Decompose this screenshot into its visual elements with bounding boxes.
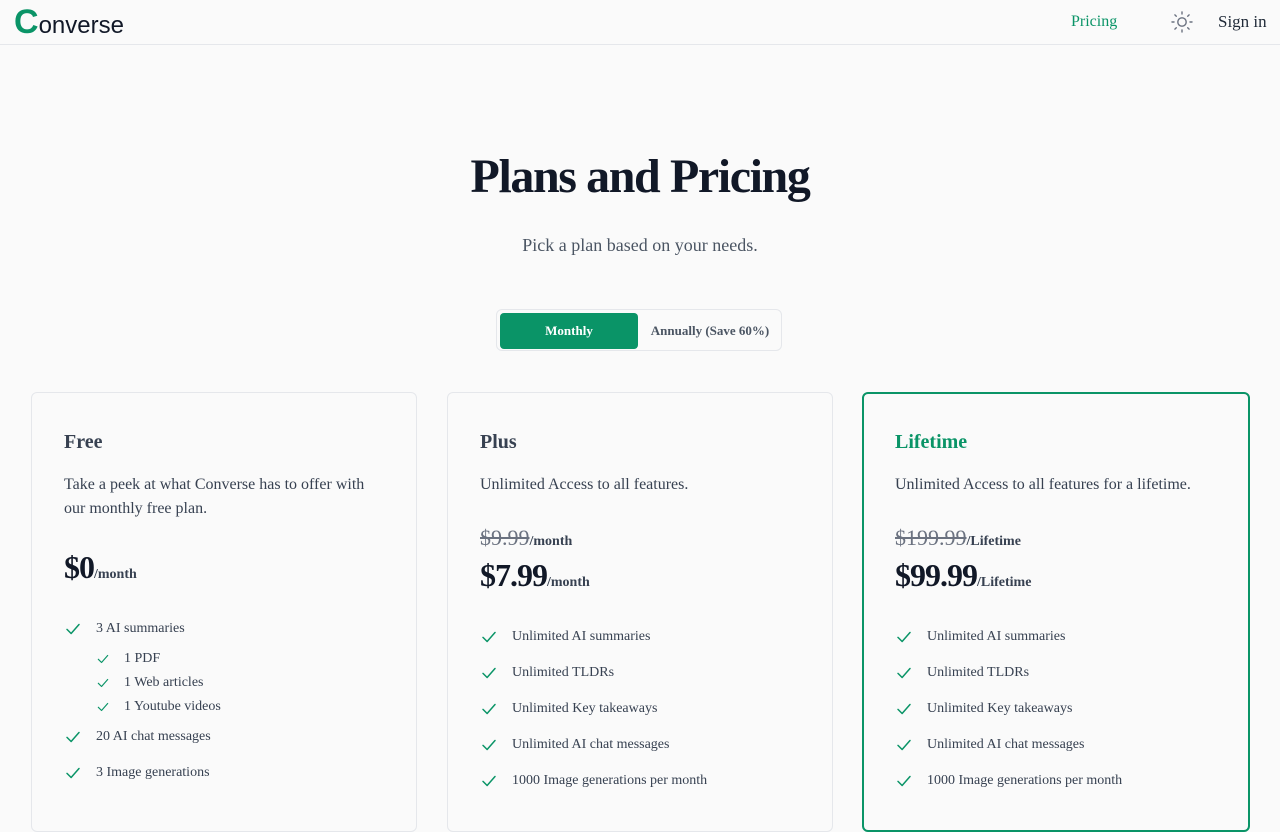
plan-description: Unlimited Access to all features.: [480, 476, 689, 493]
feature-list: Unlimited AI summaries Unlimited TLDRs U…: [895, 619, 1122, 799]
plan-description: Take a peek at what Converse has to offe…: [64, 476, 365, 517]
feature-label: Unlimited Key takeaways: [927, 701, 1073, 716]
original-price-unit: /Lifetime: [966, 534, 1021, 549]
feature-label: Unlimited AI chat messages: [927, 737, 1085, 752]
feature-item: Unlimited TLDRs: [480, 655, 707, 691]
plan-card-plus: Plus Unlimited Access to all features. $…: [447, 392, 833, 832]
plan-price: $0/month: [64, 547, 137, 595]
billing-monthly-button[interactable]: Monthly: [500, 313, 638, 349]
check-icon: [897, 703, 911, 715]
plan-card-lifetime: Lifetime Unlimited Access to all feature…: [862, 392, 1250, 832]
check-icon: [97, 678, 109, 688]
billing-period-toggle: Monthly Annually (Save 60%): [496, 309, 782, 351]
feature-item: Unlimited AI summaries: [895, 619, 1122, 655]
check-icon: [66, 731, 80, 743]
check-icon: [897, 667, 911, 679]
check-icon: [897, 739, 911, 751]
price-unit: /month: [94, 567, 137, 582]
feature-label: Unlimited AI summaries: [512, 629, 651, 644]
plan-price: $99.99/Lifetime: [895, 555, 1031, 603]
billing-annual-button[interactable]: Annually (Save 60%): [640, 313, 780, 349]
top-navigation-bar: Converse Pricing Sign in: [0, 0, 1280, 45]
feature-item: Unlimited AI chat messages: [480, 727, 707, 763]
feature-label: 3 AI summaries: [96, 621, 185, 636]
feature-label: 1000 Image generations per month: [927, 773, 1123, 788]
feature-list: 3 AI summaries 1 PDF 1 Web articles 1 Yo…: [64, 611, 221, 791]
original-price-amount: $199.99: [895, 525, 967, 550]
plan-name: Lifetime: [895, 431, 968, 453]
feature-label: Unlimited Key takeaways: [512, 701, 658, 716]
check-icon: [897, 631, 911, 643]
feature-item: Unlimited AI summaries: [480, 619, 707, 655]
feature-item: Unlimited Key takeaways: [480, 691, 707, 727]
sub-feature-item: 1 Youtube videos: [96, 695, 221, 719]
plan-name: Plus: [480, 431, 517, 453]
check-icon: [97, 702, 109, 712]
feature-item: 1000 Image generations per month: [480, 763, 707, 799]
original-price-unit: /month: [529, 534, 573, 549]
sub-feature-item: 1 PDF: [96, 647, 221, 671]
plan-name: Free: [64, 431, 103, 453]
page-subtitle: Pick a plan based on your needs.: [522, 235, 758, 255]
feature-label: Unlimited AI chat messages: [512, 737, 670, 752]
feature-item: 3 Image generations: [64, 755, 221, 791]
check-icon: [482, 631, 496, 643]
check-icon: [66, 767, 80, 779]
price-unit: /month: [547, 575, 590, 590]
check-icon: [482, 667, 496, 679]
theme-toggle-button[interactable]: [1170, 10, 1194, 34]
sub-feature-list: 1 PDF 1 Web articles 1 Youtube videos: [96, 647, 221, 719]
check-icon: [482, 775, 496, 787]
feature-item: Unlimited AI chat messages: [895, 727, 1122, 763]
check-icon: [66, 623, 80, 635]
feature-label: 20 AI chat messages: [96, 729, 211, 744]
check-icon: [897, 775, 911, 787]
nav-link-pricing[interactable]: Pricing: [1071, 11, 1117, 33]
feature-label: 1000 Image generations per month: [512, 773, 708, 788]
feature-label: Unlimited AI summaries: [927, 629, 1066, 644]
original-price: $9.99/month: [480, 523, 572, 557]
check-icon: [482, 739, 496, 751]
feature-list: Unlimited AI summaries Unlimited TLDRs U…: [480, 619, 707, 799]
feature-label: 3 Image generations: [96, 765, 210, 780]
price-amount: $7.99: [480, 557, 548, 593]
plan-card-free: Free Take a peek at what Converse has to…: [31, 392, 417, 832]
original-price: $199.99/Lifetime: [895, 523, 1021, 557]
sign-in-link[interactable]: Sign in: [1218, 11, 1267, 33]
page-title: Plans and Pricing: [470, 150, 811, 203]
feature-label: Unlimited TLDRs: [512, 665, 615, 680]
sub-feature-label: 1 PDF: [124, 651, 161, 666]
sub-feature-label: 1 Web articles: [124, 675, 204, 690]
price-unit: /Lifetime: [977, 575, 1032, 590]
feature-item: Unlimited Key takeaways: [895, 691, 1122, 727]
sub-feature-label: 1 Youtube videos: [124, 699, 221, 714]
plan-price: $7.99/month: [480, 555, 590, 603]
feature-item: 20 AI chat messages: [64, 719, 221, 755]
logo-text: onverse: [38, 12, 124, 39]
logo[interactable]: Converse: [14, 2, 124, 42]
feature-label: Unlimited TLDRs: [927, 665, 1030, 680]
logo-initial: C: [14, 3, 39, 41]
check-icon: [97, 654, 109, 664]
check-icon: [482, 703, 496, 715]
price-amount: $0: [64, 549, 95, 585]
price-amount: $99.99: [895, 557, 978, 593]
feature-item: Unlimited TLDRs: [895, 655, 1122, 691]
original-price-amount: $9.99: [480, 525, 530, 550]
sub-feature-item: 1 Web articles: [96, 671, 221, 695]
plan-description: Unlimited Access to all features for a l…: [895, 476, 1191, 493]
feature-item: 3 AI summaries 1 PDF 1 Web articles 1 Yo…: [64, 611, 221, 719]
feature-item: 1000 Image generations per month: [895, 763, 1122, 799]
sun-icon: [1171, 11, 1193, 33]
